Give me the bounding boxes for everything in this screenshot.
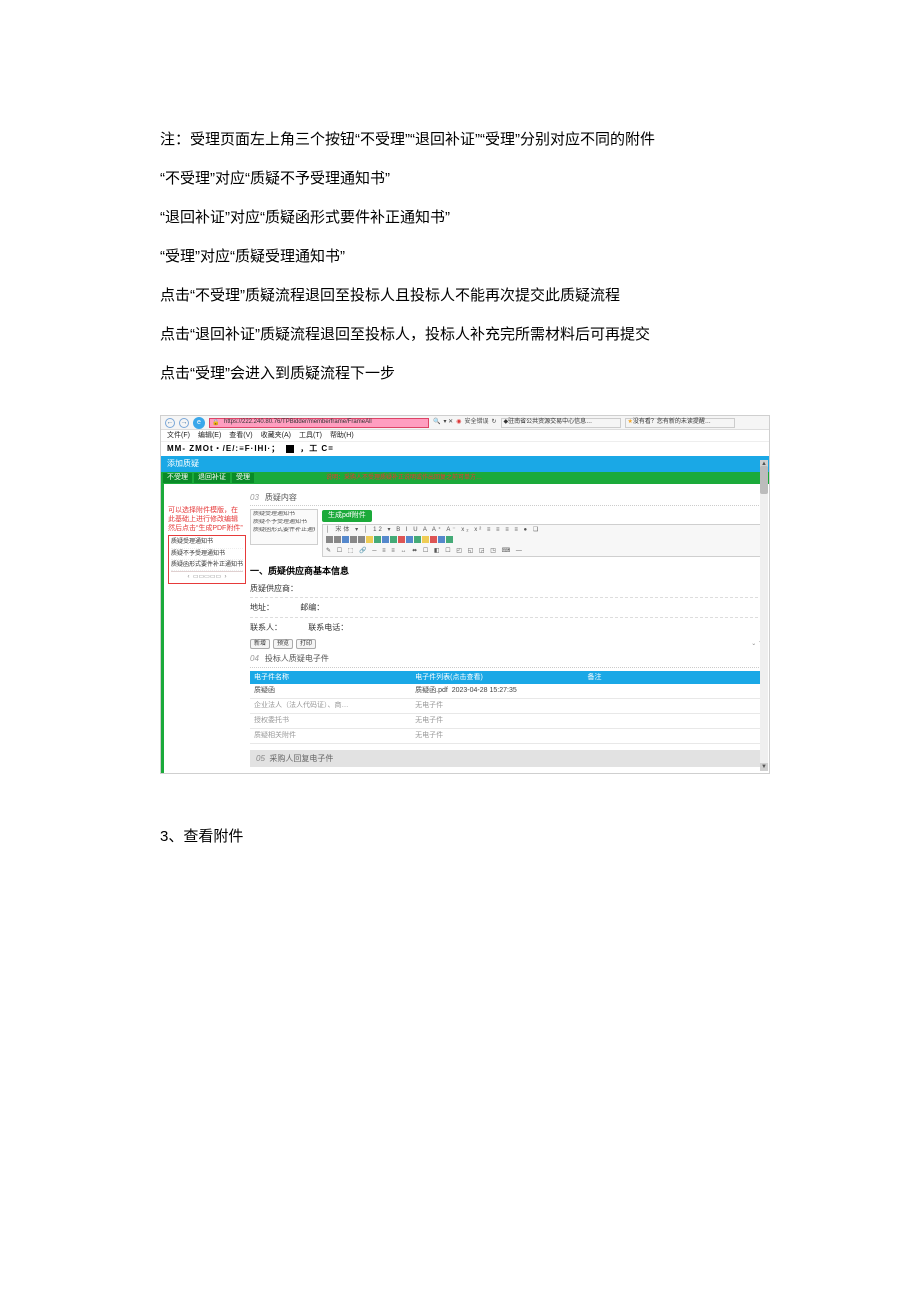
- menu-tools[interactable]: 工具(T): [299, 431, 322, 441]
- template-item[interactable]: 质疑不予受理通知书: [253, 519, 315, 527]
- footer-heading: 3、查看附件: [160, 822, 765, 852]
- label: 联系人：: [250, 623, 282, 632]
- menu-edit[interactable]: 编辑(E): [198, 431, 221, 441]
- forward-icon[interactable]: →: [179, 418, 189, 428]
- section-number: 03: [250, 492, 259, 503]
- cert-warning-icon: ◉: [456, 418, 461, 426]
- label: 邮编：: [300, 603, 324, 612]
- form-row-supplier: 质疑供应商：: [250, 582, 763, 598]
- scroll-handle[interactable]: ‹ ▭▭▭▭▭ ›: [171, 571, 243, 581]
- brand-text: MM- ZMOt・/E/:≡F·IHI·；: [167, 443, 280, 454]
- template-item[interactable]: 质疑受理通知书: [253, 511, 315, 519]
- generate-pdf-button[interactable]: 生成pdf附件: [322, 510, 372, 522]
- section-title: 采购人回复电子件: [269, 754, 333, 763]
- para: 注：受理页面左上角三个按钮“不受理”“退回补证”“受理”分别对应不同的附件: [160, 120, 765, 159]
- editor-main: 生成pdf附件 │ 宋体 ▾ │ 12 ▾ B I U A A⁺ A⁻ x₂ x…: [322, 509, 763, 557]
- file-link[interactable]: 质疑函.pdf: [415, 687, 448, 694]
- accept-button[interactable]: 受理: [232, 473, 254, 483]
- table-row[interactable]: 授权委托书 无电子件: [250, 713, 763, 728]
- tab-title: 驻南省公共资源交易中心信息…: [508, 418, 592, 426]
- toolbar-row[interactable]: ✎ ☐ ⬚ 🔗 ─ ≡ ≡ ↔ ⬌ ☐ ◧ ☐ ◰ ◱ ◲ ◳ ⌨ —: [323, 546, 762, 556]
- action-bar: 不受理 退回补证 受理 说明：采购人不受理质疑补正说明或作出回复之前可单方…: [161, 472, 769, 484]
- table-row[interactable]: 质疑函 质疑函.pdf 2023-04-28 15:27:35: [250, 684, 763, 698]
- browser-tab-1[interactable]: ◆ 驻南省公共资源交易中心信息…: [501, 418, 621, 428]
- browser-chrome: ← → e 🔒 https://222.240.80.76/TPBidder/m…: [161, 416, 769, 430]
- table-row[interactable]: 企业法人（法人代码证）、商… 无电子件: [250, 699, 763, 714]
- toolbar-row[interactable]: │ 宋体 ▾ │ 12 ▾ B I U A A⁺ A⁻ x₂ x² ≡ ≡ ≡ …: [323, 525, 762, 535]
- label: 地址：: [250, 603, 274, 612]
- menu-file[interactable]: 文件(F): [167, 431, 190, 441]
- editor-wrap: 质疑受理通知书 质疑不予受理通知书 质疑函形式要件补正通知 生成pdf附件 │ …: [250, 509, 763, 557]
- col-list: 电子件列表(点击查看): [411, 671, 583, 685]
- para: “不受理”对应“质疑不予受理通知书”: [160, 159, 765, 198]
- back-icon[interactable]: ←: [165, 418, 175, 428]
- para: 点击“不受理”质疑流程退回至投标人且投标人不能再次提交此质疑流程: [160, 276, 765, 315]
- template-option[interactable]: 质疑不予受理通知书: [171, 549, 243, 560]
- table-row[interactable]: 质疑相关附件 无电子件: [250, 728, 763, 743]
- toolbar-row[interactable]: [323, 535, 762, 545]
- file-time: 2023-04-28 15:27:35: [452, 687, 517, 694]
- reject-button[interactable]: 不受理: [163, 473, 192, 483]
- search-icon: 🔍: [433, 418, 440, 426]
- preview-button[interactable]: 预览: [273, 639, 293, 649]
- brand-tail: ，工 C=: [300, 443, 334, 454]
- richtext-toolbar: │ 宋体 ▾ │ 12 ▾ B I U A A⁺ A⁻ x₂ x² ≡ ≡ ≡ …: [322, 524, 763, 557]
- para: 点击“退回补证”质疑流程退回至投标人，投标人补充完所需材料后可再提交: [160, 315, 765, 354]
- col-remark: 备注: [583, 671, 763, 685]
- sub-heading: 一、质疑供应商基本信息: [250, 565, 763, 578]
- template-option[interactable]: 质疑受理通知书: [171, 537, 243, 548]
- address-bar[interactable]: 🔒 https://222.240.80.76/TPBidder/memberf…: [209, 418, 429, 428]
- attachments-table: 电子件名称 电子件列表(点击查看) 备注 质疑函 质疑函.pdf 2023-04…: [250, 671, 763, 744]
- scroll-down-icon[interactable]: ▼: [760, 763, 768, 771]
- document-body: 注：受理页面左上角三个按钮“不受理”“退回补证”“受理”分别对应不同的附件 “不…: [160, 120, 765, 393]
- label: 联系电话：: [308, 623, 348, 632]
- section-number: 05: [256, 754, 265, 763]
- table-header-row: 电子件名称 电子件列表(点击查看) 备注: [250, 671, 763, 685]
- browser-tab-2[interactable]: ★ 没有看？您有新的未读提醒…: [625, 418, 735, 428]
- para: “受理”对应“质疑受理通知书”: [160, 237, 765, 276]
- menu-view[interactable]: 查看(V): [229, 431, 252, 441]
- section-05-head: 05 采购人回复电子件: [250, 750, 763, 767]
- left-column: 可以选择附件模版，在 此基础上进行修改编辑 然后点击“生成PDF附件” 质疑受理…: [164, 484, 250, 773]
- search-area: 🔍 ▾ ✕ ◉ 安全错误 ↻: [433, 418, 497, 426]
- page-title-bar: 添加质疑: [161, 456, 769, 472]
- add-button[interactable]: 新增: [250, 639, 270, 649]
- ie-logo-icon: e: [193, 417, 205, 429]
- page-title: 添加质疑: [167, 458, 199, 469]
- return-supplement-button[interactable]: 退回补证: [194, 473, 230, 483]
- callout-text: 可以选择附件模版，在 此基础上进行修改编辑 然后点击“生成PDF附件”: [168, 506, 248, 533]
- browser-menu-bar: 文件(F) 编辑(E) 查看(V) 收藏夹(A) 工具(T) 帮助(H): [161, 430, 769, 442]
- label: 质疑供应商：: [250, 584, 298, 593]
- editor-sidebar: 质疑受理通知书 质疑不予受理通知书 质疑函形式要件补正通知: [250, 509, 318, 545]
- menu-fav[interactable]: 收藏夹(A): [261, 431, 291, 441]
- para: “退回补证”对应“质疑函形式要件补正通知书”: [160, 198, 765, 237]
- mini-button-row: 新增 预览 打印 ⌄ ⌃: [250, 639, 763, 649]
- url-text: https://222.240.80.76/TPBidder/memberfra…: [224, 418, 372, 426]
- print-button[interactable]: 打印: [296, 639, 316, 649]
- lock-icon: 🔒: [212, 419, 219, 427]
- scrollbar-thumb[interactable]: [760, 466, 768, 494]
- action-note: 说明：采购人不受理质疑补正说明或作出回复之前可单方…: [326, 474, 482, 482]
- form-row-address: 地址： 邮编：: [250, 601, 763, 617]
- form-row-contact: 联系人： 联系电话：: [250, 621, 763, 636]
- template-select-box: 质疑受理通知书 质疑不予受理通知书 质疑函形式要件补正通知书 ‹ ▭▭▭▭▭ ›: [168, 535, 246, 584]
- menu-help[interactable]: 帮助(H): [330, 431, 354, 441]
- section-title: 质疑内容: [265, 492, 297, 503]
- template-item[interactable]: 质疑函形式要件补正通知: [253, 527, 315, 535]
- site-brand-row: MM- ZMOt・/E/:≡F·IHI·； ，工 C=: [161, 442, 769, 456]
- section-number: 04: [250, 653, 259, 664]
- template-option[interactable]: 质疑函形式要件补正通知书: [171, 560, 243, 571]
- para: 点击“受理”会进入到质疑流程下一步: [160, 354, 765, 393]
- right-column: 03 质疑内容 质疑受理通知书 质疑不予受理通知书 质疑函形式要件补正通知 生成…: [250, 484, 769, 773]
- cert-warning-text: 安全错误: [464, 418, 488, 426]
- tab-title: 没有看？您有新的未读提醒…: [633, 418, 711, 426]
- content-area: 可以选择附件模版，在 此基础上进行修改编辑 然后点击“生成PDF附件” 质疑受理…: [161, 484, 769, 773]
- section-04-head: 04 投标人质疑电子件: [250, 653, 763, 667]
- col-name: 电子件名称: [250, 671, 411, 685]
- scrollbar-track[interactable]: [760, 460, 768, 771]
- section-title: 投标人质疑电子件: [265, 653, 329, 664]
- embedded-screenshot: ← → e 🔒 https://222.240.80.76/TPBidder/m…: [160, 415, 770, 774]
- brand-square-icon: [286, 445, 294, 453]
- section-03-head: 03 质疑内容: [250, 492, 763, 506]
